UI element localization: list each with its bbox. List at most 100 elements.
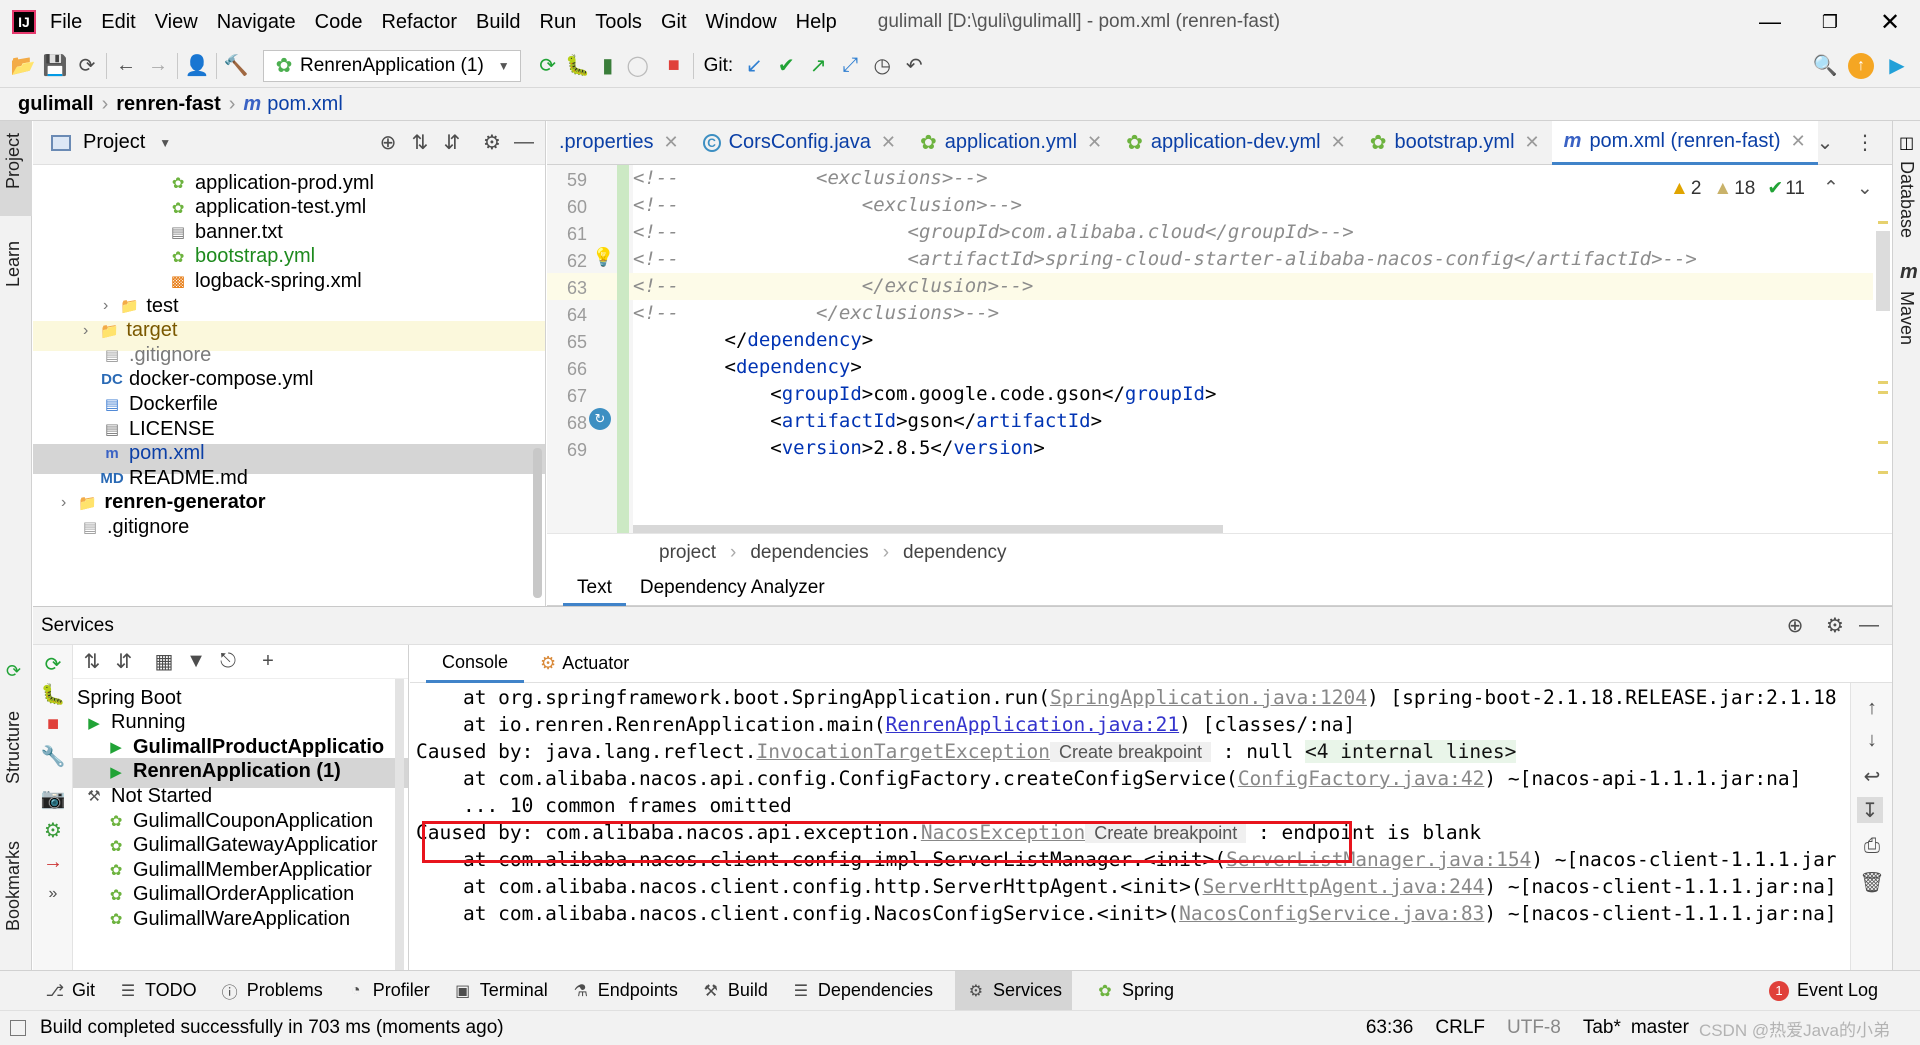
camera-icon[interactable]: 📷 [40, 785, 66, 811]
close-icon[interactable]: ✕ [1791, 131, 1806, 152]
debug-icon[interactable]: 🐛 [40, 681, 66, 707]
locate-icon[interactable]: ⊕ [375, 130, 401, 156]
tool-window-todo[interactable]: ☰ TODO [117, 980, 197, 1002]
console-token[interactable]: ConfigFactory.java:42 [1238, 767, 1485, 790]
build-hammer-icon[interactable]: 🔨 [223, 53, 249, 79]
git-branch[interactable]: master [1631, 1017, 1689, 1039]
menu-refactor[interactable]: Refactor [381, 11, 457, 34]
close-icon[interactable]: ✕ [1087, 132, 1102, 153]
collapse-all-icon[interactable]: ⇵ [111, 649, 137, 675]
git-update-icon[interactable]: ↙ [741, 53, 767, 79]
console-tab[interactable]: Console [426, 644, 525, 683]
tab-application-dev-yml[interactable]: ✿ application-dev.yml ✕ [1114, 121, 1358, 165]
next-highlight-icon[interactable]: ⌄ [1857, 177, 1873, 200]
wrench-icon[interactable]: 🔧 [40, 743, 66, 769]
stop-icon[interactable]: ■ [40, 711, 66, 737]
status-icon[interactable] [10, 1020, 26, 1036]
tool-window-terminal[interactable]: ▣ Terminal [452, 980, 548, 1002]
menu-file[interactable]: File [50, 11, 82, 34]
update-icon[interactable]: ↑ [1848, 52, 1874, 79]
learn-tool-label[interactable]: Learn [3, 241, 24, 287]
menu-tools[interactable]: Tools [595, 11, 642, 34]
minimize-button[interactable]: — [1740, 9, 1800, 35]
back-icon[interactable]: ← [113, 53, 139, 79]
line-separator[interactable]: CRLF [1435, 1017, 1485, 1039]
lightbulb-icon[interactable]: 💡 [592, 247, 614, 268]
bookmarks-tool-label[interactable]: Bookmarks [3, 841, 24, 931]
indent-setting[interactable]: Tab* [1583, 1017, 1621, 1039]
scroll-to-end-icon[interactable]: ↧ [1857, 797, 1883, 823]
tool-window-problems[interactable]: ⓘ Problems [219, 980, 323, 1002]
more-icon[interactable]: ⋮ [1852, 129, 1878, 155]
structure-tool-label[interactable]: Structure [3, 711, 24, 784]
console-token[interactable]: <4 internal lines> [1304, 740, 1517, 763]
h-scrollbar[interactable] [633, 525, 1223, 533]
jetbrains-toolbox-icon[interactable]: ▶ [1884, 53, 1910, 79]
chevron-right-icon[interactable]: › [103, 297, 108, 315]
editor-bottom-tab[interactable]: Text [563, 571, 626, 606]
project-panel-title[interactable]: Project [83, 131, 145, 154]
soft-wrap-icon[interactable]: ↩ [1859, 763, 1885, 789]
breadcrumb-project[interactable]: gulimall [18, 93, 94, 116]
console-token[interactable]: SpringApplication.java:1204 [1050, 686, 1367, 709]
menu-code[interactable]: Code [315, 11, 363, 34]
menu-navigate[interactable]: Navigate [217, 11, 296, 34]
plugin-icon[interactable]: ⚙ [40, 817, 66, 843]
print-icon[interactable]: ⎙ [1859, 833, 1885, 859]
tree-scrollbar[interactable] [533, 448, 542, 598]
history-icon[interactable]: ◷ [869, 53, 895, 79]
xml-crumb[interactable]: dependencies [750, 542, 868, 564]
add-service-icon[interactable]: + [255, 649, 281, 675]
run-config-selector[interactable]: ✿ RenrenApplication (1) ▼ [263, 49, 521, 82]
stop-icon[interactable]: ■ [661, 53, 687, 79]
profiler-icon[interactable]: ◯ [625, 53, 651, 79]
inspection-widget[interactable]: ▲ 2 ▲ 18 ✔ 11 ⌃ ⌄ [1670, 177, 1873, 200]
tab-application-yml[interactable]: ✿ application.yml ✕ [908, 121, 1114, 165]
search-icon[interactable]: 🔍 [1812, 53, 1838, 79]
chevron-down-icon[interactable]: ⌄ [1812, 129, 1838, 155]
filter-icon[interactable]: ▼ [183, 649, 209, 675]
login-icon[interactable]: → [40, 849, 66, 875]
console-token[interactable]: RenrenApplication.java:21 [886, 713, 1180, 736]
tool-window-services[interactable]: ⚙ Services [954, 970, 1072, 1011]
rerun-icon[interactable]: ⟳ [40, 651, 66, 677]
hide-icon[interactable]: — [1856, 613, 1882, 639]
tool-window-git[interactable]: ⎇ Git [44, 980, 95, 1002]
error-stripe[interactable] [1876, 211, 1890, 531]
close-icon[interactable]: ✕ [1525, 132, 1540, 153]
tree-item[interactable]: ▤ .gitignore [79, 512, 189, 542]
menu-help[interactable]: Help [796, 11, 837, 34]
sync-icon[interactable]: ⟳ [74, 53, 100, 79]
tool-window-build[interactable]: ⚒ Build [700, 980, 768, 1002]
tab-bootstrap-yml[interactable]: ✿ bootstrap.yml ✕ [1358, 121, 1552, 165]
expand-all-icon[interactable]: ⇅ [407, 130, 433, 156]
xml-crumb[interactable]: project [659, 542, 716, 564]
new-tab-icon[interactable]: ⎋ [215, 649, 241, 675]
breadcrumb-module[interactable]: renren-fast [116, 93, 220, 116]
services-run-icon[interactable]: ⟳ [6, 661, 21, 682]
menu-window[interactable]: Window [706, 11, 777, 34]
open-folder-icon[interactable]: 📂 [10, 53, 36, 79]
menu-build[interactable]: Build [476, 11, 520, 34]
tool-window-endpoints[interactable]: ⚗ Endpoints [570, 980, 678, 1002]
console-token[interactable]: Create breakpoint [1049, 742, 1212, 762]
trash-icon[interactable]: 🗑 [1859, 869, 1885, 895]
file-encoding[interactable]: UTF-8 [1507, 1017, 1561, 1039]
more-actions-icon[interactable]: » [40, 881, 66, 907]
save-all-icon[interactable]: 💾 [42, 53, 68, 79]
project-tool-label[interactable]: Project [3, 133, 24, 189]
group-icon[interactable]: ▦ [151, 649, 177, 675]
close-icon[interactable]: ✕ [881, 132, 896, 153]
debug-icon[interactable]: 🐛 [565, 53, 591, 79]
menu-view[interactable]: View [155, 11, 198, 34]
console-token[interactable]: InvocationTargetException [756, 740, 1050, 763]
console-output[interactable]: at org.springframework.boot.SpringApplic… [410, 683, 1850, 971]
git-merge-icon[interactable]: ⤢ [837, 53, 863, 79]
service-item[interactable]: ✿ GulimallWareApplication [105, 904, 350, 934]
hide-icon[interactable]: — [511, 130, 537, 156]
xml-crumb[interactable]: dependency [903, 542, 1007, 564]
rerun-icon[interactable]: ⟳ [535, 53, 561, 79]
arrow-down-icon[interactable]: ↓ [1859, 727, 1885, 753]
menu-git[interactable]: Git [661, 11, 687, 34]
services-tree-scrollbar[interactable] [395, 679, 404, 971]
